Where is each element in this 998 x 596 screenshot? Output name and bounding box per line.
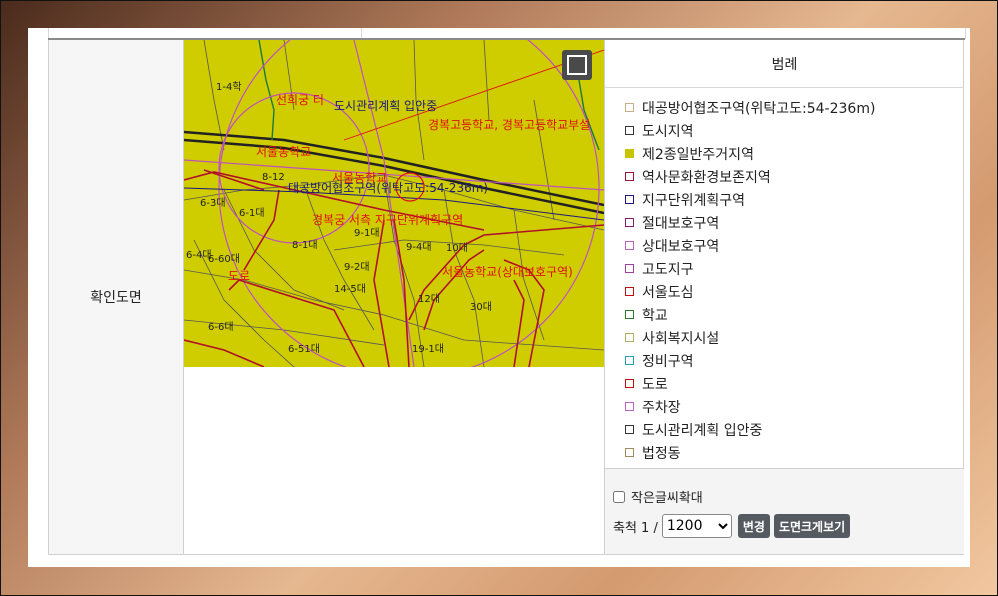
legend-label: 역사문화환경보존지역 (642, 169, 771, 186)
legend-item: 절대보호구역 (625, 211, 964, 234)
parcel-label: 12대 (418, 294, 440, 305)
row-label: 확인도면 (49, 40, 184, 554)
legend-label: 법정동 (642, 445, 681, 462)
map-label: 경복궁 서측 지구단위계획구역 (312, 213, 464, 227)
legend-label: 서울도심 (642, 284, 694, 301)
legend-swatch (625, 195, 634, 204)
parcel-label: 19-1대 (412, 344, 444, 355)
legend-label: 고도지구 (642, 261, 694, 278)
parcel-label: 6-60대 (208, 254, 240, 265)
small-font-checkbox[interactable] (613, 490, 625, 503)
legend-item: 도로 (625, 372, 964, 395)
parcel-label: 9-4대 (406, 242, 432, 253)
parcel-label: 6-6대 (208, 322, 234, 333)
legend-swatch (625, 149, 634, 158)
legend-item: 주차장 (625, 395, 964, 418)
map-label: 선희궁 터 (276, 93, 324, 107)
map-label: 1-4학 (216, 82, 242, 93)
legend-item: 사회복지시설 (625, 326, 964, 349)
scale-label: 축척 1 / (613, 520, 658, 536)
parcel-label: 14-5대 (334, 284, 366, 295)
change-scale-button[interactable]: 변경 (737, 514, 770, 538)
legend-swatch (625, 218, 634, 227)
legend-swatch (625, 425, 634, 434)
map-label: 도로 (228, 269, 251, 283)
map-label: 경복고등학교, 경복고등학교부설 (428, 118, 591, 132)
map-label: 대공방어협조구역(위탁고도:54-236m) (288, 181, 489, 195)
legend-label: 상대보호구역 (642, 238, 720, 255)
legend-swatch (625, 172, 634, 181)
map-label: 서울농학교 (256, 145, 312, 159)
map-cell: 1-4학 선희궁 터 도시관리계획 입안중 경복고등학교, 경복고등학교부설 서… (184, 40, 604, 554)
legend-item: 법정동 (625, 441, 964, 464)
zoning-map[interactable]: 1-4학 선희궁 터 도시관리계획 입안중 경복고등학교, 경복고등학교부설 서… (184, 40, 604, 367)
scale-row: 축척 1 / 1200 변경 도면크게보기 (613, 514, 854, 538)
scale-select[interactable]: 1200 (661, 514, 732, 538)
legend-item: 도시관리계획 입안중 (625, 418, 964, 441)
legend-panel: 범례 대공방어협조구역(위탁고도:54-236m) 도시지역제2종일반주거지역역사… (604, 40, 964, 554)
legend-item: 정비구역 (625, 349, 964, 372)
legend-label: 학교 (642, 307, 668, 324)
legend-label: 절대보호구역 (642, 215, 720, 232)
small-font-label: 작은글씨확대 (631, 491, 703, 506)
parcel-label: 9-2대 (344, 262, 370, 273)
legend-swatch (625, 356, 634, 365)
small-font-toggle[interactable]: 작은글씨확대 (613, 487, 703, 506)
parcel-label: 30대 (470, 302, 492, 313)
legend-swatch (625, 126, 634, 135)
legend-swatch (625, 103, 634, 112)
map-label: 서울농학교(상대보호구역) (442, 265, 573, 279)
legend-item: 서울도심 (625, 280, 964, 303)
legend-swatch (625, 310, 634, 319)
legend-swatch (625, 287, 634, 296)
parcel-label: 10대 (446, 243, 468, 254)
confirmation-map-table: 확인도면 1-4학 선희궁 터 도시관리계획 입안중 경복고등학교, 경복고등학… (48, 40, 964, 555)
enlarge-map-button[interactable]: 도면크게보기 (773, 514, 851, 538)
map-label: 도시관리계획 입안중 (334, 99, 438, 113)
content-panel: 확인도면 1-4학 선희궁 터 도시관리계획 입안중 경복고등학교, 경복고등학… (28, 28, 970, 567)
legend-label: 주차장 (642, 399, 681, 416)
parcel-label: 6-1대 (239, 208, 265, 219)
expand-icon-corner (567, 65, 577, 75)
map-controls: 작은글씨확대 축척 1 / 1200 변경 도면크게보기 (605, 468, 964, 554)
legend-title: 범례 (605, 40, 964, 88)
legend-swatch (625, 333, 634, 342)
parcel-label: 8-1대 (292, 240, 318, 251)
legend-item: 고도지구 (625, 257, 964, 280)
expand-icon-corner (577, 65, 587, 75)
legend-item: 역사문화환경보존지역 (625, 165, 964, 188)
legend-label: 정비구역 (642, 353, 694, 370)
expand-icon-corner (577, 55, 587, 65)
legend-item: 상대보호구역 (625, 234, 964, 257)
parcel-label: 6-3대 (200, 198, 226, 209)
legend-item: 대공방어협조구역(위탁고도:54-236m) (625, 96, 964, 119)
parcel-label: 6-51대 (288, 344, 320, 355)
legend-item: 학교 (625, 303, 964, 326)
parcel-label: 9-1대 (354, 228, 380, 239)
legend-label: 사회복지시설 (642, 330, 720, 347)
parcel-label: 8-12 (262, 172, 285, 183)
expand-icon (567, 55, 577, 65)
fullscreen-button[interactable] (562, 50, 592, 80)
legend-swatch (625, 241, 634, 250)
legend-label: 지구단위계획구역 (642, 192, 746, 209)
legend-item: 도시지역 (625, 119, 964, 142)
legend-item: 제2종일반주거지역 (625, 142, 964, 165)
legend-swatch (625, 264, 634, 273)
map-drawing (184, 40, 604, 367)
legend-item: 지구단위계획구역 (625, 188, 964, 211)
legend-label: 대공방어협조구역(위탁고도:54-236m) (642, 100, 876, 117)
legend-label: 제2종일반주거지역 (642, 146, 754, 163)
legend-swatch (625, 379, 634, 388)
legend-label: 도로 (642, 376, 668, 393)
legend-label: 도시지역 (642, 123, 694, 140)
legend-label: 도시관리계획 입안중 (642, 422, 763, 439)
legend-swatch (625, 402, 634, 411)
legend-list: 대공방어협조구역(위탁고도:54-236m) 도시지역제2종일반주거지역역사문화환… (605, 88, 964, 464)
legend-swatch (625, 448, 634, 457)
